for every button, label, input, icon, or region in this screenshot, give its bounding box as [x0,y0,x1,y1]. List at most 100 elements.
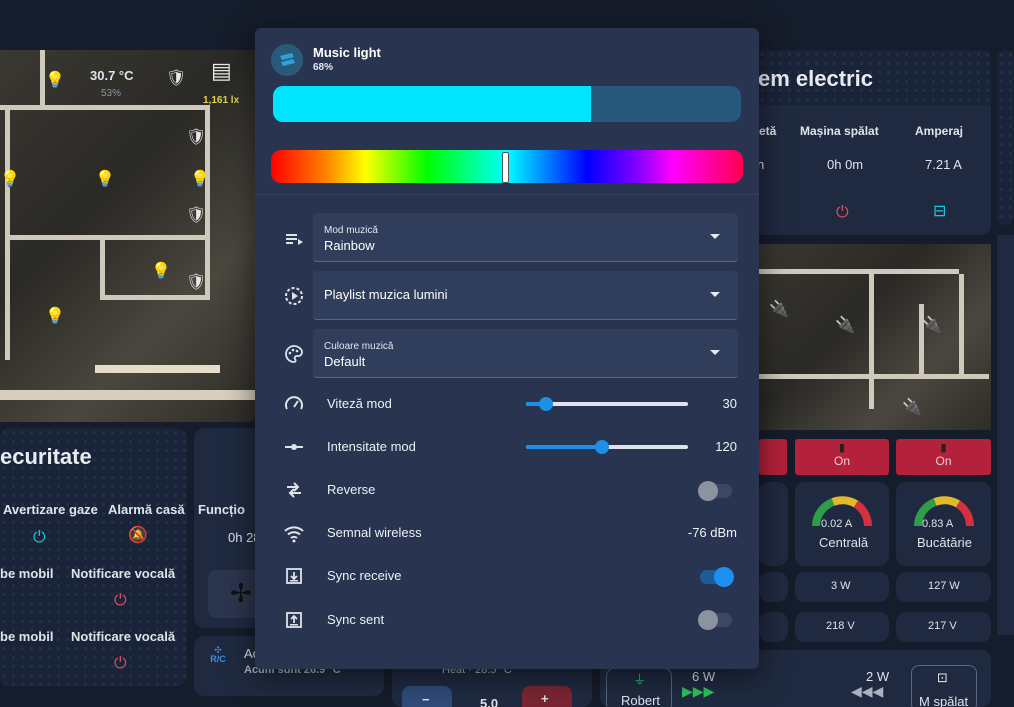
col-wash-label: Mașina spălat [800,124,879,138]
power-icon[interactable]: ⏻ [836,205,849,221]
color-select-value: Default [324,354,366,369]
intensity-value: 120 [715,439,737,454]
system-card: em electric etă Mașina spălat Amperaj n … [740,50,991,235]
socket-on-chip-1[interactable]: ▮ On [795,439,889,475]
playlist-play-icon [283,228,305,250]
color-select-label: Culoare muzică [324,341,394,352]
floorplan-temperature: 30.7 °C [90,68,134,83]
volt-1: 218 V [826,620,855,632]
sync-sent-toggle[interactable] [698,610,732,630]
lightbulb-icon[interactable]: 💡 [45,309,65,325]
wireless-value: -76 dBm [687,525,737,540]
function-card: Funcțio 0h 28 ✢ [194,428,264,628]
fan-icon: ✢ [230,578,252,608]
heat-plus-button[interactable]: + [522,686,572,707]
lightbulb-icon[interactable]: 💡 [45,73,65,89]
volt-2: 217 V [928,620,957,632]
alarm-off-icon[interactable]: 🔕 [128,528,148,544]
power-icon[interactable]: ⏻ [114,593,127,609]
sync-receive-toggle[interactable] [700,567,734,587]
fuse-box-icon[interactable]: ⊟ [933,204,946,220]
brightness-slider[interactable] [273,86,741,122]
gauge-card-1: 0.02 A Centrală [795,482,889,566]
download-box-icon [283,565,305,587]
floorplan-humidity: 53% [101,88,122,99]
ray-vertex-icon [283,436,305,458]
mode-select[interactable]: Mod muzică Rainbow [313,213,738,262]
volt-row-1: 218 V [795,612,889,642]
intensity-slider[interactable] [526,440,688,454]
gauge-2-value: 0.83 A [922,518,954,530]
speed-label: Viteză mod [327,396,392,411]
power-icon[interactable]: ⏻ [33,530,46,546]
socket-on-chip-2[interactable]: ▮ On [896,439,991,475]
plug-icon[interactable]: 🔌 [835,318,855,334]
lightbulb-icon[interactable]: 💡 [95,172,115,188]
mobile-label-1: be mobil [0,566,54,581]
lightbulb-icon[interactable]: 💡 [0,172,20,188]
color-select[interactable]: Culoare muzică Default [313,329,738,378]
upload-box-icon [283,609,305,631]
flow-6w: 6 W [692,669,716,684]
lightbulb-icon[interactable]: 💡 [190,172,210,188]
security-title: ecuritate [0,444,92,469]
washing-machine-icon: ⊡ [937,670,948,685]
plug-icon: ▮ [838,442,846,454]
sync-receive-label: Sync receive [327,568,402,583]
robert-tile[interactable]: ⏚ Robert [606,668,672,707]
gauge-2-name: Bucătărie [917,535,972,550]
power-icon[interactable]: ⏻ [114,656,127,672]
toggle-knob [698,610,718,630]
plug-icon: ▮ [940,442,947,454]
brightness-fill [273,86,592,122]
shield-check-icon[interactable]: 🛡 [186,208,206,224]
plug-icon[interactable]: 🔌 [769,302,789,318]
side-column [997,235,1014,635]
dialog-title: Music light [313,45,381,60]
hue-slider[interactable] [271,150,743,183]
voice-notification-2: Notificare vocală [71,629,176,644]
flow-2w: 2 W [866,669,890,684]
swap-horizontal-icon [283,479,305,501]
toggle-knob [698,481,718,501]
speed-slider[interactable] [526,397,688,411]
power-2: 127 W [928,580,960,592]
mode-select-label: Mod muzică [324,225,378,236]
power-row-1: 3 W [795,572,889,602]
voice-notification-1: Notificare vocală [71,566,176,581]
intensity-slider-thumb[interactable] [595,440,610,454]
side-card [997,50,1014,225]
plug-icon[interactable]: 🔌 [922,318,942,334]
reverse-toggle[interactable] [698,481,732,501]
speed-slider-thumb[interactable] [539,397,554,411]
security-card: ecuritate Avertizare gaze Alarmă casă ⏻ … [0,428,187,686]
hue-thumb[interactable] [501,152,509,183]
gauge-card-0 [759,482,788,566]
plug-icon[interactable]: 🔌 [902,400,922,416]
palette-icon [283,343,305,365]
shield-check-icon[interactable]: 🛡 [186,130,206,146]
chevron-down-icon [710,292,720,297]
toggle-knob [714,567,734,587]
blinds-icon[interactable]: ▤ [211,60,232,82]
socket-on-chip-0[interactable] [759,439,787,475]
power-row-2: 127 W [896,572,991,602]
function-title: Funcțio [198,502,245,517]
music-light-icon[interactable] [271,44,303,76]
washer-tile[interactable]: ⊡ M spălat [911,665,977,707]
intensity-slider-fill [526,445,603,449]
dialog-subtitle: 68% [313,62,334,73]
arrow-left-icon: ◀◀◀ [851,683,884,699]
wash-value: 0h 0m [827,157,864,172]
arrow-right-icon: ▶▶▶ [682,683,715,699]
heat-minus-button[interactable]: − [402,686,452,707]
heat-setpoint: 5.0 [480,696,499,707]
shield-check-icon[interactable]: 🛡 [186,275,206,291]
volt-row-0 [759,612,788,642]
playlist-select[interactable]: Playlist muzica lumini [313,271,738,320]
amp-value: 7.21 A [925,157,962,172]
lightbulb-icon[interactable]: 💡 [151,264,171,280]
shield-check-icon[interactable]: 🛡 [166,71,186,87]
power-1: 3 W [831,580,851,592]
house-alarm-label: Alarmă casă [108,502,185,517]
